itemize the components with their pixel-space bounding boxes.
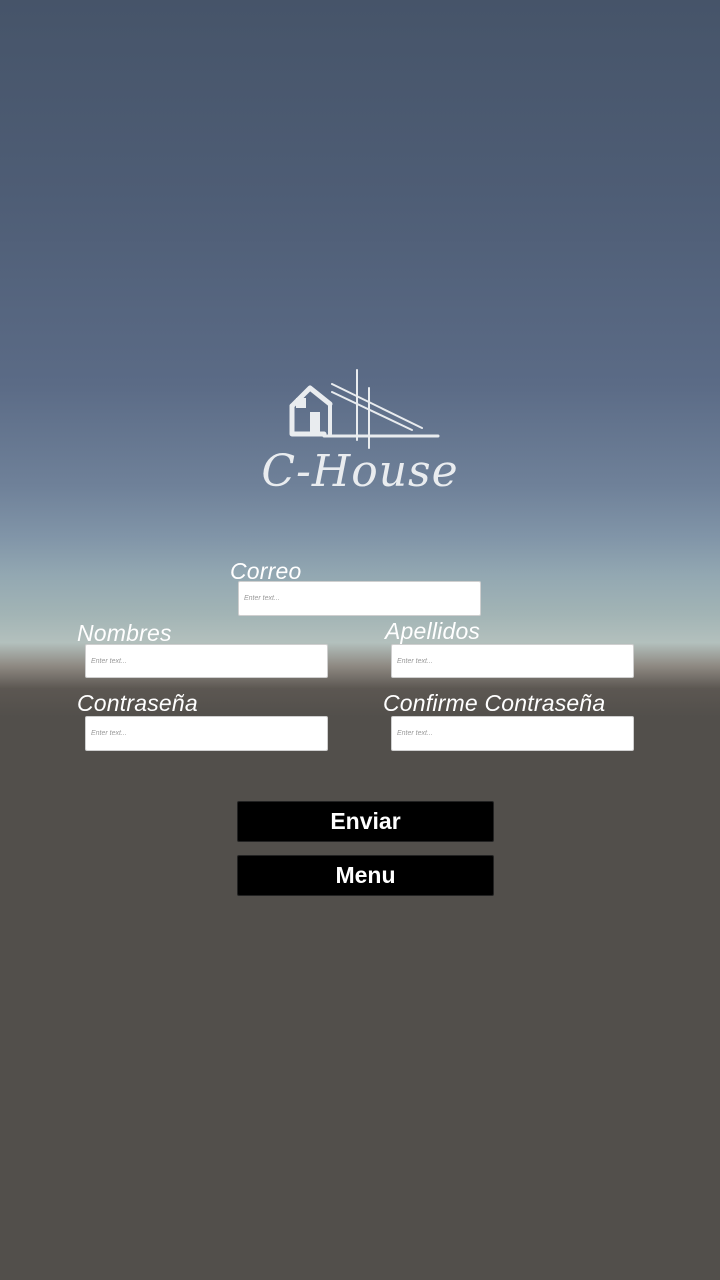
correo-input[interactable] [238,581,481,616]
logo-text: C-House [262,446,458,492]
c-house-logo: C-House [262,369,458,492]
nombres-input[interactable] [85,644,328,678]
menu-button[interactable]: Menu [237,855,494,896]
contrasena-label: Contraseña [77,690,198,716]
enviar-button[interactable]: Enviar [237,801,494,842]
confirme-contrasena-input[interactable] [391,716,634,751]
apellidos-input[interactable] [391,644,634,678]
apellidos-label: Apellidos [385,618,481,644]
house-icon [289,369,440,449]
nombres-label: Nombres [77,620,172,646]
contrasena-input[interactable] [85,716,328,751]
confirme-contrasena-label: Confirme Contraseña [383,690,606,716]
